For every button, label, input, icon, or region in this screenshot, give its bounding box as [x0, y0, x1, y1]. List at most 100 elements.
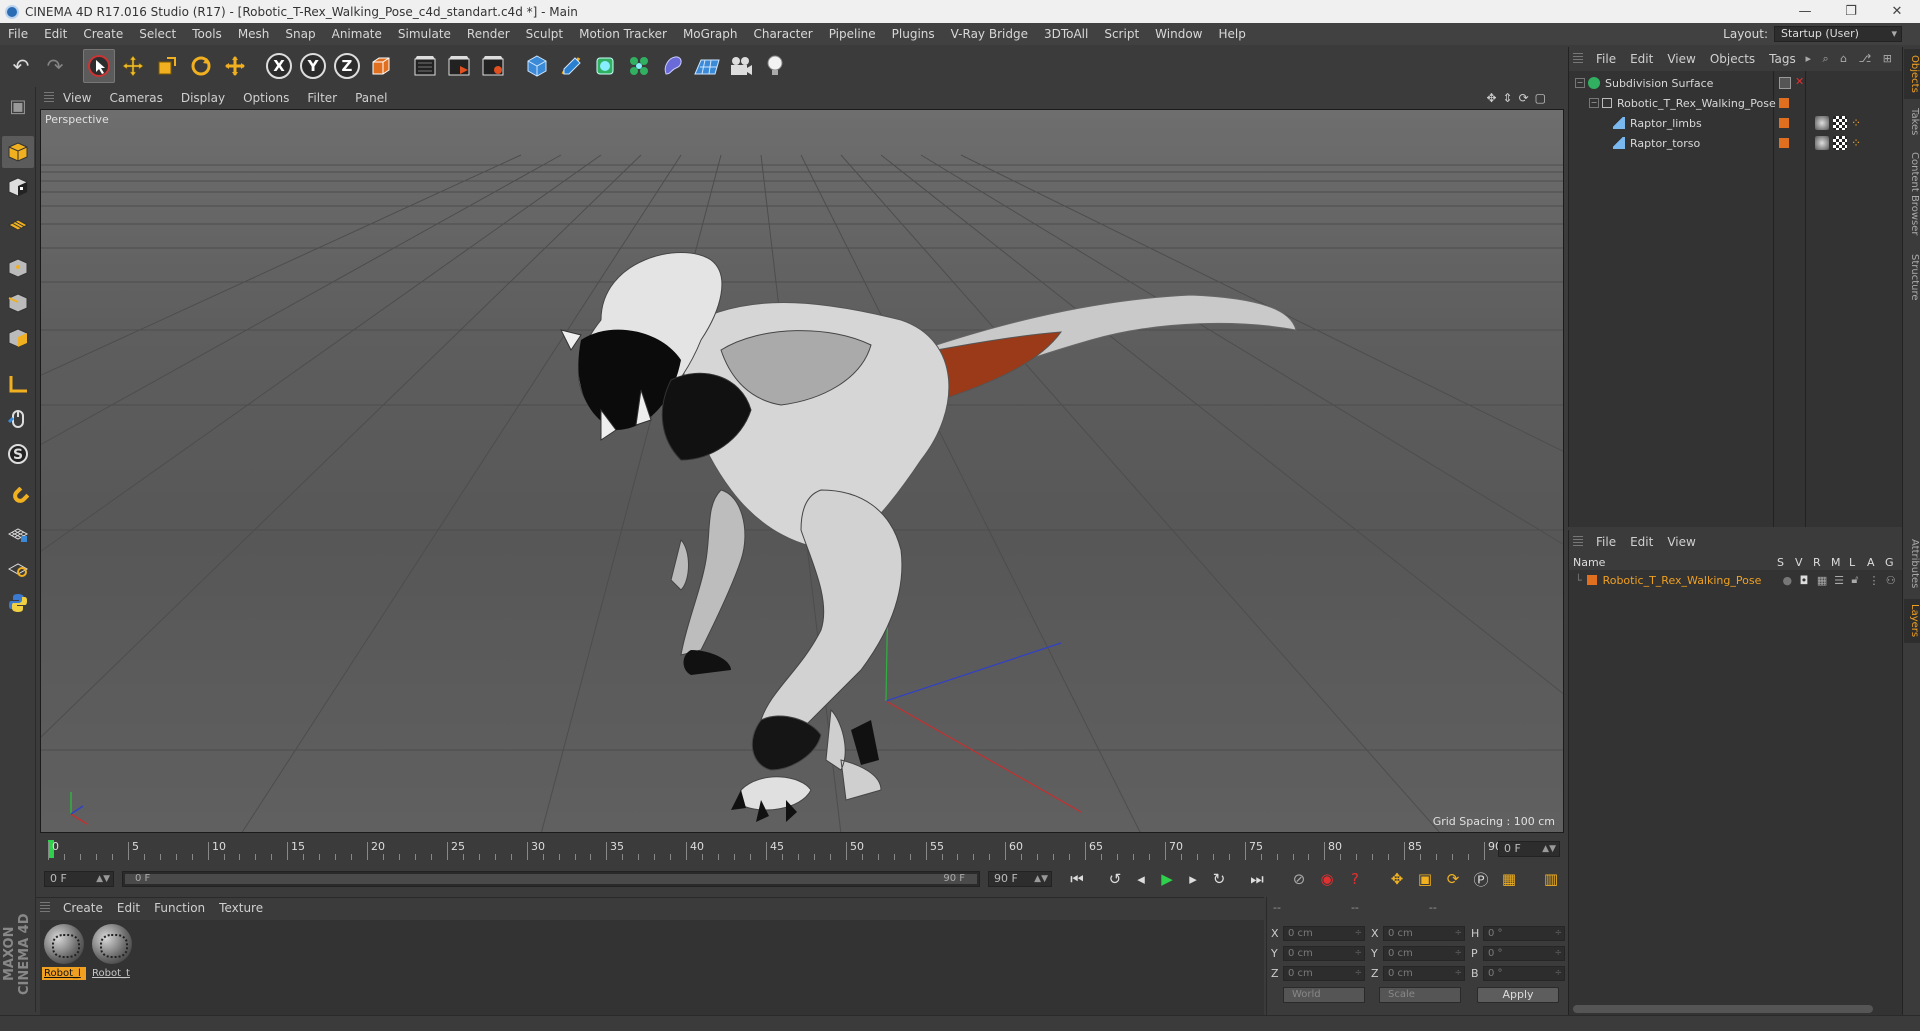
next-key-icon[interactable]: ↻ — [1208, 868, 1230, 890]
menu-help[interactable]: Help — [1210, 23, 1253, 45]
viewport-menu-panel[interactable]: Panel — [346, 91, 396, 105]
next-frame-icon[interactable]: ▸ — [1182, 868, 1204, 890]
scale-icon[interactable] — [151, 49, 183, 83]
material-item[interactable]: Robot_l — [42, 924, 86, 982]
light-icon[interactable] — [759, 49, 791, 83]
material-item[interactable]: Robot_t — [90, 924, 134, 982]
viewport-pan-icon[interactable]: ✥ — [1486, 91, 1496, 105]
side-tab-layers[interactable]: Layers — [1904, 599, 1920, 643]
layer-manager-grip[interactable] — [1573, 536, 1583, 548]
texture-tag-icon[interactable] — [1833, 116, 1847, 130]
side-tab-content-browser[interactable]: Content Browser — [1904, 145, 1920, 243]
menu-create[interactable]: Create — [75, 23, 131, 45]
layer-horizontal-scrollbar[interactable] — [1573, 1005, 1873, 1013]
layer-menu-view[interactable]: View — [1660, 535, 1702, 549]
layout-dropdown[interactable]: Startup (User) — [1774, 26, 1902, 42]
material-tag-icon[interactable] — [1815, 116, 1829, 130]
undo-icon[interactable]: ↶ — [5, 49, 37, 83]
menu-file[interactable]: File — [0, 23, 36, 45]
expand-toggle-icon[interactable]: − — [1589, 98, 1599, 108]
layer-color-swatch[interactable] — [1779, 98, 1789, 108]
floor-icon[interactable] — [691, 49, 723, 83]
key-scale-icon[interactable]: ▣ — [1414, 868, 1436, 890]
object-row-subdivision[interactable]: − Subdivision Surface — [1569, 73, 1903, 93]
expand-toggle-icon[interactable]: − — [1575, 78, 1585, 88]
maximize-button[interactable]: ❐ — [1828, 0, 1874, 23]
keyframe-selection-icon[interactable]: ? — [1344, 868, 1366, 890]
select-arrow-icon[interactable] — [83, 49, 115, 83]
size-y-field[interactable]: 0 cm — [1383, 945, 1465, 961]
edges-mode-icon[interactable] — [2, 287, 34, 319]
object-menu-file[interactable]: File — [1589, 52, 1623, 66]
python-icon[interactable] — [2, 587, 34, 619]
rotate-icon[interactable] — [185, 49, 217, 83]
menu-render[interactable]: Render — [459, 23, 518, 45]
menu-snap[interactable]: Snap — [277, 23, 323, 45]
object-menu-view[interactable]: View — [1660, 52, 1702, 66]
texture-tag-icon[interactable] — [1833, 136, 1847, 150]
cloner-icon[interactable] — [623, 49, 655, 83]
viewport-zoom-icon[interactable]: ⇕ — [1503, 91, 1513, 105]
viewport-menu-filter[interactable]: Filter — [298, 91, 346, 105]
close-button[interactable]: ✕ — [1874, 0, 1920, 23]
menu-animate[interactable]: Animate — [324, 23, 390, 45]
frame-range-slider[interactable]: 0 F 90 F — [122, 871, 980, 887]
position-y-field[interactable]: 0 cm — [1283, 945, 1365, 961]
material-menu-create[interactable]: Create — [56, 901, 110, 915]
material-menu-function[interactable]: Function — [147, 901, 212, 915]
x-axis-icon[interactable]: X — [263, 49, 295, 83]
subdivision-enable-checkbox[interactable] — [1779, 77, 1791, 89]
minimize-button[interactable]: — — [1782, 0, 1828, 23]
menu-simulate[interactable]: Simulate — [390, 23, 459, 45]
rotation-b-field[interactable]: 0 ° — [1483, 965, 1565, 981]
menu-vray-bridge[interactable]: V-Ray Bridge — [943, 23, 1036, 45]
phong-tag-icon[interactable]: ⁘ — [1851, 136, 1865, 150]
y-axis-icon[interactable]: Y — [297, 49, 329, 83]
viewport-menu-options[interactable]: Options — [234, 91, 298, 105]
frame-range-bar[interactable] — [125, 874, 977, 884]
side-tab-structure[interactable]: Structure — [1904, 249, 1920, 305]
object-manager-grip[interactable] — [1573, 53, 1583, 65]
position-z-field[interactable]: 0 cm — [1283, 965, 1365, 981]
layer-row[interactable]: └ Robotic_T_Rex_Walking_Pose ● ◘ ▦ ☰ 🔓︎ … — [1569, 571, 1903, 589]
make-editable-icon[interactable]: ▣ — [2, 90, 34, 122]
side-tab-objects[interactable]: Objects — [1904, 49, 1920, 99]
menu-3dtoall[interactable]: 3DToAll — [1036, 23, 1096, 45]
viewport-toggle-icon[interactable]: ▢ — [1535, 91, 1546, 105]
layer-menu-edit[interactable]: Edit — [1623, 535, 1660, 549]
move-icon[interactable] — [117, 49, 149, 83]
axis-mode-icon[interactable] — [2, 368, 34, 400]
menu-plugins[interactable]: Plugins — [884, 23, 943, 45]
phong-tag-icon[interactable]: ⁘ — [1851, 116, 1865, 130]
viewport-grip[interactable] — [44, 92, 54, 104]
layer-generators-icon[interactable]: ⚇ — [1886, 574, 1903, 587]
record-keys-icon[interactable]: ⊘ — [1288, 868, 1310, 890]
perspective-viewport[interactable]: Perspective Grid Spacing : 100 cm — [40, 109, 1564, 833]
end-frame-field[interactable]: 90 F ▲▼ — [988, 871, 1052, 887]
menu-sculpt[interactable]: Sculpt — [518, 23, 571, 45]
workplane-lock-icon[interactable] — [2, 517, 34, 549]
menu-mesh[interactable]: Mesh — [230, 23, 278, 45]
material-tag-icon[interactable] — [1815, 136, 1829, 150]
timeline-ruler[interactable]: 0 5 10 15 20 25 30 35 40 45 50 55 60 65 70 75 80 85 90 0 F… — [40, 836, 1564, 862]
robotic-t-rex-model[interactable] — [560, 252, 1297, 823]
object-menu-tags[interactable]: Tags — [1762, 52, 1803, 66]
frame-ruler[interactable]: 0 5 10 15 20 25 30 35 40 45 50 55 60 65 70 75 80 85 90 — [48, 836, 1502, 862]
layer-lock-icon[interactable]: 🔓︎ — [1851, 573, 1868, 587]
apply-button[interactable]: Apply — [1477, 987, 1559, 1003]
layer-visible-icon[interactable]: ◘ — [1800, 574, 1817, 587]
deformer-icon[interactable] — [657, 49, 689, 83]
current-frame-field[interactable]: 0 F ▲▼ — [1498, 841, 1560, 857]
material-menu-edit[interactable]: Edit — [110, 901, 147, 915]
go-to-end-icon[interactable]: ⏭ — [1246, 868, 1268, 890]
viewport-menu-view[interactable]: View — [54, 91, 100, 105]
side-tab-takes[interactable]: Takes — [1904, 105, 1920, 139]
z-axis-icon[interactable]: Z — [331, 49, 363, 83]
layer-render-icon[interactable]: ▦ — [1817, 574, 1834, 587]
render-view-icon[interactable] — [409, 49, 441, 83]
camera-icon[interactable] — [725, 49, 757, 83]
workplane-mode-icon[interactable] — [2, 206, 34, 238]
autokey-icon[interactable]: ◉ — [1316, 868, 1338, 890]
subdivision-icon[interactable] — [589, 49, 621, 83]
layer-animation-icon[interactable]: ⋮ — [1869, 574, 1886, 587]
